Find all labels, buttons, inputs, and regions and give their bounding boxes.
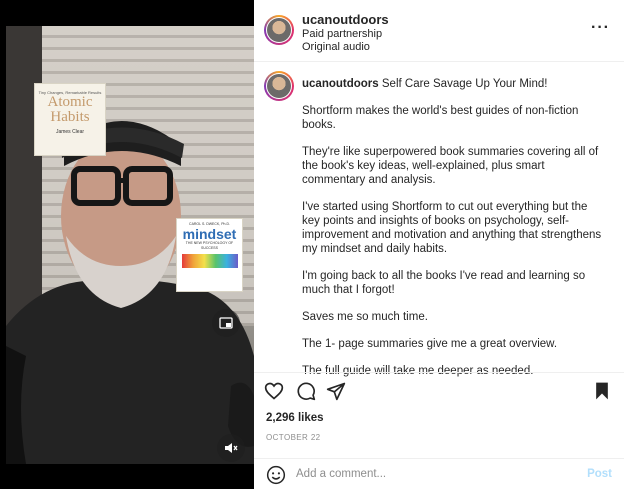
emoji-button[interactable]: [264, 463, 288, 487]
atomic-habits-book-cover: Tiny Changes, Remarkable Results Atomic …: [34, 83, 106, 156]
caption-username[interactable]: ucanoutdoors: [302, 78, 379, 90]
heart-icon: [264, 382, 284, 400]
more-horizontal-icon[interactable]: ···: [591, 20, 610, 36]
book-title-line1: Atomic: [47, 94, 93, 110]
post-panel: ucanoutdoors Paid partnership Original a…: [254, 0, 624, 489]
comment-button[interactable]: [294, 379, 318, 403]
caption-paragraph: Shortform makes the world's best guides …: [302, 105, 579, 131]
speaker-muted-icon: [225, 443, 238, 453]
book-author: James Clear: [55, 129, 85, 135]
caption-paragraph: I've started using Shortform to cut out …: [302, 201, 602, 255]
caption-paragraph: They're like superpowered book summaries…: [302, 146, 599, 186]
likes-count[interactable]: 2,296 likes: [266, 412, 324, 424]
picture-in-picture-button[interactable]: [212, 309, 240, 337]
share-button[interactable]: [324, 379, 348, 403]
book-title-line2: Habits: [50, 109, 90, 125]
picture-in-picture-icon: [219, 317, 233, 329]
add-comment-bar: Post: [254, 458, 624, 489]
book-title: mindset: [182, 226, 237, 242]
book-subtitle: THE NEW PSYCHOLOGY OF SUCCESS: [185, 241, 234, 250]
caption-headline-line: ucanoutdoors Self Care Savage Up Your Mi…: [302, 77, 602, 91]
comment-icon: [297, 382, 316, 401]
header-username[interactable]: ucanoutdoors: [302, 12, 389, 27]
mute-button[interactable]: [217, 434, 245, 462]
mindset-book-cover: CAROL S. DWECK, Ph.D. mindset THE NEW PS…: [176, 218, 243, 292]
post-caption: ucanoutdoors Self Care Savage Up Your Mi…: [254, 62, 624, 377]
avatar[interactable]: [264, 15, 294, 45]
video-player[interactable]: Tiny Changes, Remarkable Results Atomic …: [0, 0, 254, 489]
caption-headline: Self Care Savage Up Your Mind!: [381, 78, 548, 90]
bookmark-icon: [596, 382, 608, 400]
caption-avatar[interactable]: [264, 71, 294, 101]
save-button[interactable]: [590, 379, 614, 403]
comment-input[interactable]: [296, 465, 566, 483]
video-frame: Tiny Changes, Remarkable Results Atomic …: [6, 26, 254, 464]
caption-text: ucanoutdoors Self Care Savage Up Your Mi…: [302, 77, 602, 391]
paper-plane-icon: [326, 382, 346, 401]
book-color-band: [181, 254, 238, 268]
caption-paragraph: The 1- page summaries give me a great ov…: [302, 338, 558, 350]
like-button[interactable]: [262, 379, 286, 403]
paid-partnership-label[interactable]: Paid partnership: [302, 28, 382, 40]
post-actions: 2,296 likes OCTOBER 22 Post: [254, 372, 624, 488]
post-date[interactable]: OCTOBER 22: [266, 433, 321, 442]
caption-paragraph: Saves me so much time.: [302, 311, 428, 323]
caption-paragraph: I'm going back to all the books I've rea…: [302, 270, 586, 296]
post-comment-button[interactable]: Post: [587, 468, 612, 480]
smiley-icon: [266, 465, 286, 485]
post-header: ucanoutdoors Paid partnership Original a…: [254, 0, 624, 62]
original-audio-link[interactable]: Original audio: [302, 41, 370, 53]
